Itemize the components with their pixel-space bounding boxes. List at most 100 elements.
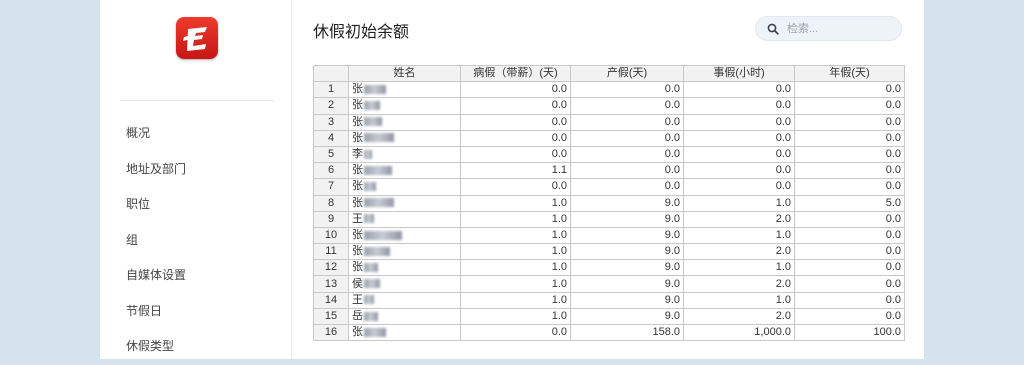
table-row[interactable]: 4 张 0.0 0.0 0.0 0.0 bbox=[313, 129, 905, 147]
header-annual-leave[interactable]: 年假(天) bbox=[794, 64, 905, 83]
sidebar-item-self-media[interactable]: 自媒体设置 bbox=[126, 258, 186, 294]
personal-leave-cell[interactable]: 1.0 bbox=[683, 259, 795, 277]
row-index-cell[interactable]: 13 bbox=[313, 275, 349, 293]
maternity-leave-cell[interactable]: 9.0 bbox=[570, 307, 684, 326]
annual-leave-cell[interactable]: 0.0 bbox=[794, 178, 905, 196]
annual-leave-cell[interactable]: 0.0 bbox=[794, 259, 905, 277]
table-row[interactable]: 12 张 1.0 9.0 1.0 0.0 bbox=[313, 259, 905, 277]
sidebar-item-groups[interactable]: 组 bbox=[126, 223, 186, 259]
row-index-cell[interactable]: 2 bbox=[313, 97, 349, 115]
table-row[interactable]: 2 张 0.0 0.0 0.0 0.0 bbox=[313, 97, 905, 115]
name-cell[interactable]: 张 bbox=[348, 178, 461, 196]
row-index-cell[interactable]: 5 bbox=[313, 145, 349, 164]
annual-leave-cell[interactable]: 100.0 bbox=[794, 323, 905, 342]
app-logo[interactable] bbox=[176, 17, 218, 59]
row-index-cell[interactable]: 10 bbox=[313, 226, 349, 245]
maternity-leave-cell[interactable]: 9.0 bbox=[570, 291, 684, 309]
table-row[interactable]: 6 张 1.1 0.0 0.0 0.0 bbox=[313, 162, 905, 180]
name-cell[interactable]: 张 bbox=[348, 194, 461, 212]
table-row[interactable]: 9 王 1.0 9.0 2.0 0.0 bbox=[313, 210, 905, 228]
annual-leave-cell[interactable]: 0.0 bbox=[794, 162, 905, 180]
header-name[interactable]: 姓名 bbox=[348, 64, 461, 83]
sidebar-item-leave-types[interactable]: 休假类型 bbox=[126, 329, 186, 365]
row-index-cell[interactable]: 9 bbox=[313, 210, 349, 228]
sick-leave-cell[interactable]: 0.0 bbox=[460, 129, 571, 147]
sick-leave-cell[interactable]: 0.0 bbox=[460, 97, 571, 115]
name-cell[interactable]: 张 bbox=[348, 323, 461, 342]
table-row[interactable]: 15 岳 1.0 9.0 2.0 0.0 bbox=[313, 307, 905, 326]
sick-leave-cell[interactable]: 0.0 bbox=[460, 145, 571, 164]
table-row[interactable]: 14 王 1.0 9.0 1.0 0.0 bbox=[313, 291, 905, 309]
table-row[interactable]: 8 张 1.0 9.0 1.0 5.0 bbox=[313, 194, 905, 212]
maternity-leave-cell[interactable]: 9.0 bbox=[570, 226, 684, 245]
row-index-cell[interactable]: 11 bbox=[313, 243, 349, 261]
header-sick-leave[interactable]: 病假（带薪）(天) bbox=[460, 64, 571, 83]
name-cell[interactable]: 张 bbox=[348, 129, 461, 147]
name-cell[interactable]: 张 bbox=[348, 259, 461, 277]
row-index-cell[interactable]: 7 bbox=[313, 178, 349, 196]
annual-leave-cell[interactable]: 0.0 bbox=[794, 243, 905, 261]
sidebar-item-overview[interactable]: 概况 bbox=[126, 116, 186, 152]
personal-leave-cell[interactable]: 2.0 bbox=[683, 307, 795, 326]
maternity-leave-cell[interactable]: 0.0 bbox=[570, 81, 684, 99]
maternity-leave-cell[interactable]: 0.0 bbox=[570, 145, 684, 164]
sick-leave-cell[interactable]: 1.0 bbox=[460, 275, 571, 293]
name-cell[interactable]: 张 bbox=[348, 243, 461, 261]
annual-leave-cell[interactable]: 5.0 bbox=[794, 194, 905, 212]
annual-leave-cell[interactable]: 0.0 bbox=[794, 307, 905, 326]
annual-leave-cell[interactable]: 0.0 bbox=[794, 129, 905, 147]
name-cell[interactable]: 张 bbox=[348, 226, 461, 245]
sick-leave-cell[interactable]: 1.0 bbox=[460, 194, 571, 212]
personal-leave-cell[interactable]: 2.0 bbox=[683, 275, 795, 293]
maternity-leave-cell[interactable]: 158.0 bbox=[570, 323, 684, 342]
annual-leave-cell[interactable]: 0.0 bbox=[794, 97, 905, 115]
header-maternity-leave[interactable]: 产假(天) bbox=[570, 64, 684, 83]
annual-leave-cell[interactable]: 0.0 bbox=[794, 226, 905, 245]
row-index-cell[interactable]: 14 bbox=[313, 291, 349, 309]
table-row[interactable]: 16 张 0.0 158.0 1,000.0 100.0 bbox=[313, 323, 905, 342]
maternity-leave-cell[interactable]: 0.0 bbox=[570, 162, 684, 180]
sick-leave-cell[interactable]: 1.0 bbox=[460, 210, 571, 228]
maternity-leave-cell[interactable]: 0.0 bbox=[570, 178, 684, 196]
name-cell[interactable]: 李 bbox=[348, 145, 461, 164]
table-row[interactable]: 5 李 0.0 0.0 0.0 0.0 bbox=[313, 145, 905, 164]
maternity-leave-cell[interactable]: 0.0 bbox=[570, 97, 684, 115]
maternity-leave-cell[interactable]: 9.0 bbox=[570, 194, 684, 212]
header-personal-leave[interactable]: 事假(小时) bbox=[683, 64, 795, 83]
annual-leave-cell[interactable]: 0.0 bbox=[794, 145, 905, 164]
sidebar-item-positions[interactable]: 职位 bbox=[126, 187, 186, 223]
header-index[interactable] bbox=[313, 64, 349, 83]
table-row[interactable]: 13 侯 1.0 9.0 2.0 0.0 bbox=[313, 275, 905, 293]
table-row[interactable]: 11 张 1.0 9.0 2.0 0.0 bbox=[313, 243, 905, 261]
personal-leave-cell[interactable]: 0.0 bbox=[683, 129, 795, 147]
personal-leave-cell[interactable]: 2.0 bbox=[683, 243, 795, 261]
row-index-cell[interactable]: 12 bbox=[313, 259, 349, 277]
name-cell[interactable]: 张 bbox=[348, 81, 461, 99]
row-index-cell[interactable]: 1 bbox=[313, 81, 349, 99]
row-index-cell[interactable]: 8 bbox=[313, 194, 349, 212]
personal-leave-cell[interactable]: 1.0 bbox=[683, 226, 795, 245]
sidebar-item-holidays[interactable]: 节假日 bbox=[126, 294, 186, 330]
maternity-leave-cell[interactable]: 9.0 bbox=[570, 210, 684, 228]
row-index-cell[interactable]: 4 bbox=[313, 129, 349, 147]
personal-leave-cell[interactable]: 0.0 bbox=[683, 162, 795, 180]
name-cell[interactable]: 张 bbox=[348, 113, 461, 131]
maternity-leave-cell[interactable]: 0.0 bbox=[570, 129, 684, 147]
name-cell[interactable]: 王 bbox=[348, 210, 461, 228]
maternity-leave-cell[interactable]: 9.0 bbox=[570, 243, 684, 261]
sidebar-item-address-departments[interactable]: 地址及部门 bbox=[126, 152, 186, 188]
search-box[interactable] bbox=[755, 16, 902, 41]
row-index-cell[interactable]: 6 bbox=[313, 162, 349, 180]
maternity-leave-cell[interactable]: 0.0 bbox=[570, 113, 684, 131]
name-cell[interactable]: 王 bbox=[348, 291, 461, 309]
maternity-leave-cell[interactable]: 9.0 bbox=[570, 259, 684, 277]
annual-leave-cell[interactable]: 0.0 bbox=[794, 210, 905, 228]
row-index-cell[interactable]: 16 bbox=[313, 323, 349, 342]
name-cell[interactable]: 张 bbox=[348, 97, 461, 115]
table-row[interactable]: 1 张 0.0 0.0 0.0 0.0 bbox=[313, 81, 905, 99]
annual-leave-cell[interactable]: 0.0 bbox=[794, 81, 905, 99]
annual-leave-cell[interactable]: 0.0 bbox=[794, 291, 905, 309]
annual-leave-cell[interactable]: 0.0 bbox=[794, 275, 905, 293]
table-row[interactable]: 10 张 1.0 9.0 1.0 0.0 bbox=[313, 226, 905, 245]
personal-leave-cell[interactable]: 0.0 bbox=[683, 81, 795, 99]
